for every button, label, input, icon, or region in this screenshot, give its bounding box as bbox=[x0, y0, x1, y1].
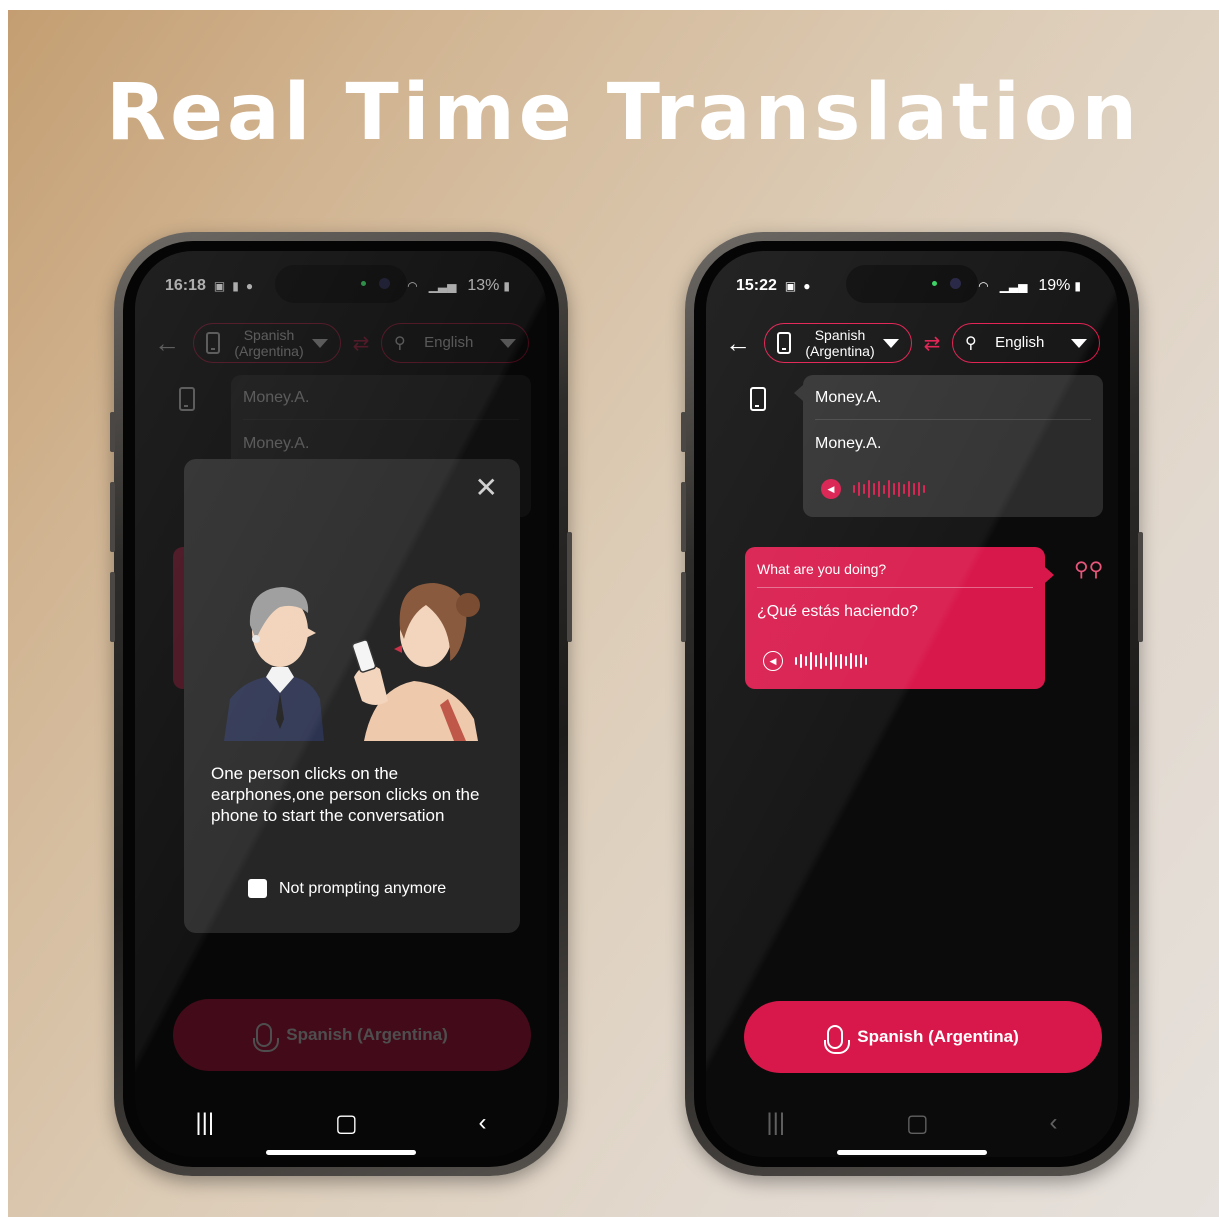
dont-show-again-label: Not prompting anymore bbox=[279, 879, 447, 897]
nav-back-icon[interactable]: ‹ bbox=[1050, 1109, 1058, 1137]
message-line-original: Money.A. bbox=[815, 389, 882, 406]
recent-apps-icon[interactable]: ||| bbox=[195, 1109, 214, 1137]
location-icon: ● bbox=[803, 279, 811, 293]
chevron-down-icon bbox=[883, 338, 899, 348]
battery-percent: 19% bbox=[1038, 277, 1071, 294]
tutorial-illustration bbox=[224, 583, 480, 741]
dont-show-again-row[interactable]: Not prompting anymore bbox=[248, 879, 446, 898]
back-arrow-icon[interactable]: ← bbox=[720, 328, 756, 359]
left-phone: 16:18 ▣ ▮ ● ◠ ▁▃▅ 13% ▮ ← Spanish (Argen… bbox=[110, 232, 572, 1176]
headline: Real Time Translation bbox=[106, 68, 1141, 158]
mic-button[interactable]: Spanish (Argentina) bbox=[744, 1001, 1102, 1073]
system-nav-bar: ||| ▢ ‹ bbox=[706, 1103, 1118, 1143]
recent-apps-icon[interactable]: ||| bbox=[766, 1109, 785, 1137]
promo-canvas: Real Time Translation 16:18 ▣ ▮ ● ◠ ▁▃▅ … bbox=[8, 10, 1219, 1217]
audio-waveform bbox=[853, 480, 925, 498]
wifi-icon: ◠ bbox=[978, 279, 989, 293]
status-bar: 15:22 ▣ ● ◠ ▁▃▅ 19% ▮ bbox=[736, 275, 1088, 297]
message-line-translated: Money.A. bbox=[815, 435, 882, 452]
earbuds-icon: ⚲ bbox=[965, 335, 977, 352]
status-time: 15:22 bbox=[736, 277, 777, 294]
audio-waveform bbox=[795, 652, 867, 670]
earbuds-icon: ⚲⚲ bbox=[1074, 559, 1104, 581]
speaker-icon[interactable]: ◀ bbox=[763, 651, 783, 671]
battery-icon: ▮ bbox=[1074, 279, 1081, 293]
mic-icon bbox=[824, 1025, 851, 1054]
message-line-original: What are you doing? bbox=[757, 561, 887, 577]
language-bar: ← Spanish (Argentina) ⇄ ⚲ English bbox=[720, 323, 1104, 363]
phone-icon bbox=[750, 387, 766, 411]
nav-back-icon[interactable]: ‹ bbox=[479, 1109, 487, 1137]
home-icon[interactable]: ▢ bbox=[906, 1109, 929, 1138]
source-language-select[interactable]: Spanish (Argentina) bbox=[764, 323, 912, 363]
mic-button-label: Spanish (Argentina) bbox=[857, 1027, 1019, 1046]
phone-icon bbox=[777, 332, 791, 354]
target-language-select[interactable]: ⚲ English bbox=[952, 323, 1100, 363]
earphone-message-bubble: What are you doing? ¿Qué estás haciendo?… bbox=[745, 547, 1054, 689]
target-language-label: English bbox=[995, 334, 1045, 351]
dont-show-again-checkbox[interactable] bbox=[248, 879, 267, 898]
right-phone: 15:22 ▣ ● ◠ ▁▃▅ 19% ▮ ← Spanish (Argenti… bbox=[681, 232, 1143, 1176]
left-screen: 16:18 ▣ ▮ ● ◠ ▁▃▅ 13% ▮ ← Spanish (Argen… bbox=[135, 251, 547, 1157]
signal-icon: ▁▃▅ bbox=[999, 279, 1028, 293]
chevron-down-icon bbox=[1071, 338, 1087, 348]
home-icon[interactable]: ▢ bbox=[335, 1109, 358, 1138]
gallery-icon: ▣ bbox=[784, 279, 797, 293]
right-screen: 15:22 ▣ ● ◠ ▁▃▅ 19% ▮ ← Spanish (Argenti… bbox=[706, 251, 1118, 1157]
phone-message-bubble: Money.A. Money.A. ◀ bbox=[794, 375, 1103, 517]
source-language-label: Spanish (Argentina) bbox=[805, 327, 875, 359]
tutorial-message: One person clicks on the earphones,one p… bbox=[211, 764, 480, 825]
home-indicator[interactable] bbox=[266, 1150, 416, 1155]
close-icon[interactable]: ✕ bbox=[475, 471, 498, 504]
swap-icon[interactable]: ⇄ bbox=[912, 331, 952, 356]
tutorial-dialog: ✕ One person clicks on the earphones,one… bbox=[184, 459, 520, 933]
speaker-icon[interactable]: ◀ bbox=[821, 479, 841, 499]
message-line-translated: ¿Qué estás haciendo? bbox=[757, 603, 918, 620]
system-nav-bar: ||| ▢ ‹ bbox=[135, 1103, 547, 1143]
home-indicator[interactable] bbox=[837, 1150, 987, 1155]
